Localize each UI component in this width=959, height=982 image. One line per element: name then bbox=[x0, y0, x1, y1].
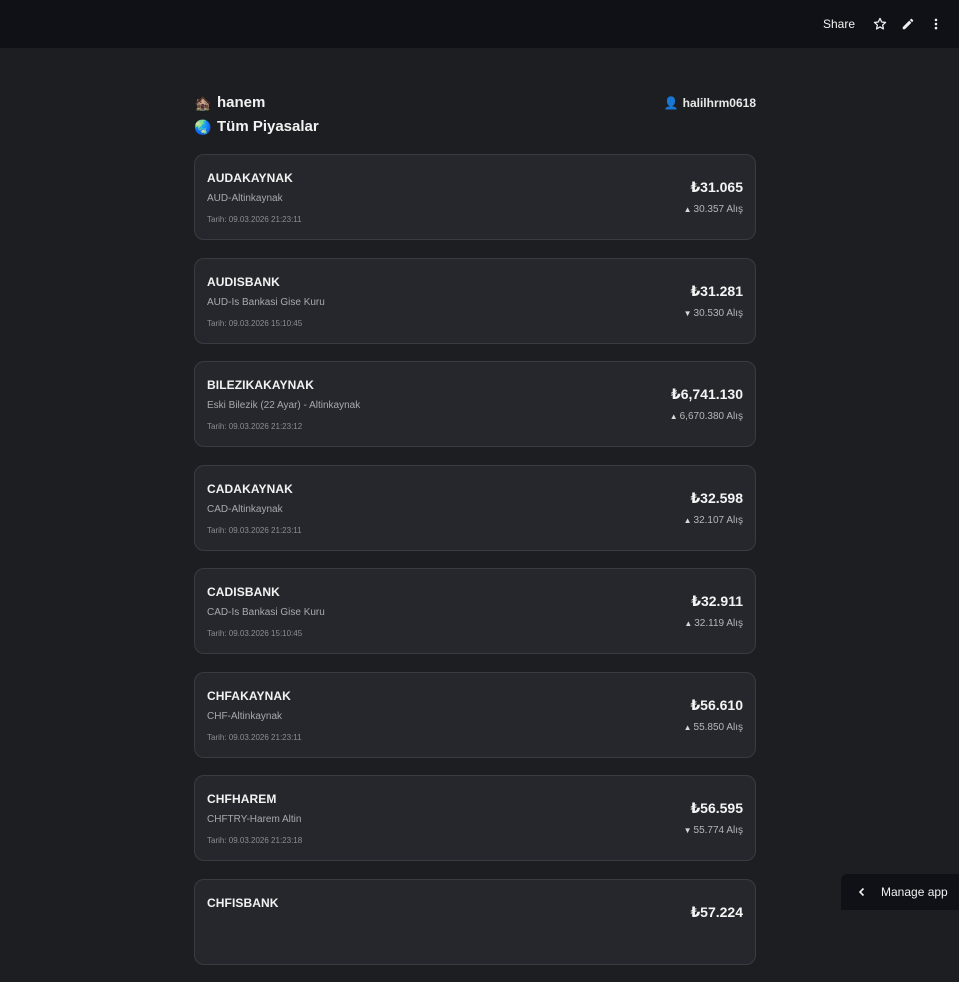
card-buy-value: 30.530 Alış bbox=[694, 308, 743, 319]
card-code: AUDISBANK bbox=[207, 275, 280, 289]
chevron-left-icon bbox=[857, 887, 867, 897]
user-badge: 👤 halilhrm0618 bbox=[664, 96, 756, 110]
card-description: CHF-Altinkaynak bbox=[207, 711, 282, 722]
card-code: CHFHAREM bbox=[207, 792, 276, 806]
card-buy-price: ▲55.850 Alış bbox=[684, 722, 743, 733]
card-price: ₺56.595 bbox=[690, 800, 743, 817]
card-price: ₺32.598 bbox=[690, 490, 743, 507]
card-price: ₺32.911 bbox=[691, 593, 743, 610]
card-price: ₺6,741.130 bbox=[671, 386, 743, 403]
card-code: BILEZIKAKAYNAK bbox=[207, 378, 314, 392]
star-icon[interactable] bbox=[871, 15, 889, 33]
market-card[interactable]: CHFAKAYNAK CHF-Altinkaynak Tarih: 09.03.20… bbox=[194, 672, 756, 758]
card-description: AUD-Is Bankasi Gise Kuru bbox=[207, 297, 325, 308]
card-buy-value: 32.119 Alış bbox=[694, 618, 743, 629]
market-card[interactable]: CHFISBANK ₺57.224 bbox=[194, 879, 756, 965]
card-description: AUD-Altinkaynak bbox=[207, 193, 283, 204]
card-buy-value: 55.850 Alış bbox=[694, 722, 743, 733]
globe-icon: 🌏 bbox=[194, 120, 211, 134]
manage-app-button[interactable]: Manage app bbox=[841, 874, 959, 910]
card-date: Tarih: 09.03.2026 21:23:18 bbox=[207, 836, 302, 845]
card-date: Tarih: 09.03.2026 21:23:11 bbox=[207, 733, 302, 742]
house-icon: 🏚️ bbox=[194, 96, 211, 110]
card-buy-price: ▼55.774 Alış bbox=[684, 825, 743, 836]
card-buy-price: ▼30.530 Alış bbox=[684, 308, 743, 319]
market-card[interactable]: BILEZIKAKAYNAK Eski Bilezik (22 Ayar) - A… bbox=[194, 361, 756, 447]
card-date: Tarih: 09.03.2026 15:10:45 bbox=[207, 319, 302, 328]
card-date: Tarih: 09.03.2026 15:10:45 bbox=[207, 629, 302, 638]
market-list: AUDAKAYNAK AUD-Altinkaynak Tarih: 09.03.20… bbox=[194, 154, 756, 982]
card-price: ₺57.224 bbox=[690, 904, 743, 921]
card-code: CADISBANK bbox=[207, 585, 280, 599]
card-date: Tarih: 09.03.2026 21:23:12 bbox=[207, 422, 302, 431]
top-toolbar: Share bbox=[0, 0, 959, 48]
card-price: ₺56.610 bbox=[690, 697, 743, 714]
triangle-up-icon: ▲ bbox=[684, 723, 692, 732]
triangle-up-icon: ▲ bbox=[684, 205, 692, 214]
card-description: CAD-Is Bankasi Gise Kuru bbox=[207, 607, 325, 618]
card-buy-price: ▲32.119 Alış bbox=[684, 618, 743, 629]
card-code: CHFAKAYNAK bbox=[207, 689, 291, 703]
card-description: CAD-Altinkaynak bbox=[207, 504, 283, 515]
card-date: Tarih: 09.03.2026 21:23:11 bbox=[207, 215, 302, 224]
card-description: CHFTRY-Harem Altin bbox=[207, 814, 301, 825]
card-buy-price: ▲32.107 Alış bbox=[684, 515, 743, 526]
market-card[interactable]: AUDISBANK AUD-Is Bankasi Gise Kuru Tarih: … bbox=[194, 258, 756, 344]
card-buy-value: 32.107 Alış bbox=[694, 515, 743, 526]
main-content: 🏚️ hanem 🌏 Tüm Piyasalar 👤 halilhrm0618 … bbox=[194, 48, 756, 148]
page-title: 🌏 Tüm Piyasalar bbox=[194, 118, 319, 135]
user-icon: 👤 bbox=[664, 97, 678, 109]
card-buy-value: 55.774 Alış bbox=[694, 825, 743, 836]
triangle-up-icon: ▲ bbox=[670, 412, 678, 421]
app-title: 🏚️ hanem bbox=[194, 94, 265, 111]
card-buy-price: ▲30.357 Alış bbox=[684, 204, 743, 215]
card-buy-price: ▲6,670.380 Alış bbox=[670, 411, 743, 422]
triangle-down-icon: ▼ bbox=[684, 826, 692, 835]
card-buy-value: 6,670.380 Alış bbox=[680, 411, 743, 422]
app-name: hanem bbox=[217, 94, 265, 111]
username: halilhrm0618 bbox=[683, 96, 756, 110]
card-price: ₺31.281 bbox=[690, 283, 743, 300]
card-code: AUDAKAYNAK bbox=[207, 171, 293, 185]
manage-app-label: Manage app bbox=[881, 885, 948, 899]
card-code: CHFISBANK bbox=[207, 896, 279, 910]
page-title-text: Tüm Piyasalar bbox=[217, 118, 319, 135]
market-card[interactable]: CADISBANK CAD-Is Bankasi Gise Kuru Tarih: … bbox=[194, 568, 756, 654]
market-card[interactable]: CADAKAYNAK CAD-Altinkaynak Tarih: 09.03.20… bbox=[194, 465, 756, 551]
triangle-up-icon: ▲ bbox=[684, 619, 692, 628]
market-card[interactable]: CHFHAREM CHFTRY-Harem Altin Tarih: 09.03.2… bbox=[194, 775, 756, 861]
card-buy-value: 30.357 Alış bbox=[694, 204, 743, 215]
card-code: CADAKAYNAK bbox=[207, 482, 293, 496]
market-card[interactable]: AUDAKAYNAK AUD-Altinkaynak Tarih: 09.03.20… bbox=[194, 154, 756, 240]
pencil-icon[interactable] bbox=[899, 15, 917, 33]
card-description: Eski Bilezik (22 Ayar) - Altinkaynak bbox=[207, 400, 360, 411]
card-date: Tarih: 09.03.2026 21:23:11 bbox=[207, 526, 302, 535]
card-price: ₺31.065 bbox=[690, 179, 743, 196]
triangle-up-icon: ▲ bbox=[684, 516, 692, 525]
more-vertical-icon[interactable] bbox=[927, 15, 945, 33]
share-button[interactable]: Share bbox=[823, 17, 855, 31]
page-header: 🏚️ hanem 🌏 Tüm Piyasalar 👤 halilhrm0618 bbox=[194, 94, 756, 148]
triangle-down-icon: ▼ bbox=[684, 309, 692, 318]
